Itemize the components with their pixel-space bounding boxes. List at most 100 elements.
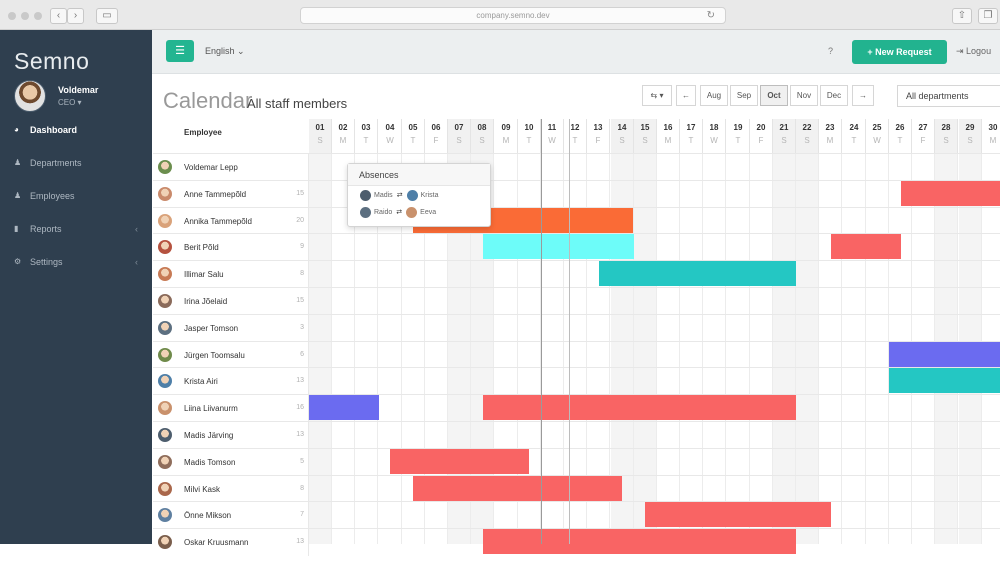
remaining-days-count: 8 xyxy=(300,270,304,277)
employee-name[interactable]: Oskar Kruusmann xyxy=(184,538,248,547)
absence-bar[interactable] xyxy=(483,529,796,554)
employee-cell[interactable]: Milvi Kask 8 xyxy=(153,476,309,503)
view-toggle-button[interactable]: ⇆ ▾ xyxy=(642,85,672,106)
day-header: 23 M xyxy=(819,119,842,153)
day-header: 17 T xyxy=(680,119,703,153)
window-close-button[interactable] xyxy=(8,12,16,20)
absence-swap-row[interactable]: Raido ⇄ Eeva xyxy=(348,206,490,220)
browser-back-button[interactable]: ‹ xyxy=(50,8,67,24)
new-request-button[interactable]: + New Request xyxy=(852,40,947,64)
absence-bar[interactable] xyxy=(889,342,1000,367)
employee-name[interactable]: Illimar Salu xyxy=(184,270,224,279)
employee-name[interactable]: Jasper Tomson xyxy=(184,324,238,333)
employee-name[interactable]: Annika Tammepõld xyxy=(184,217,252,226)
address-bar[interactable]: company.semno.dev ↻ xyxy=(300,7,726,24)
employee-cell[interactable]: Jürgen Toomsalu 6 xyxy=(153,342,309,369)
absence-bar[interactable] xyxy=(483,234,634,259)
sidebar-item-label: Employees xyxy=(30,191,75,201)
remaining-days-count: 5 xyxy=(300,458,304,465)
dashboard-icon: ◕ xyxy=(14,125,19,134)
logout-link[interactable]: ⇥ Logou xyxy=(956,46,991,57)
employee-name[interactable]: Berit Põld xyxy=(184,243,219,252)
sidebar-toggle-icon[interactable]: ▭ xyxy=(96,8,118,24)
user-role-dropdown[interactable]: CEO ▾ xyxy=(58,98,82,107)
absence-swap-row[interactable]: Madis ⇄ Krista xyxy=(348,189,490,203)
employee-cell[interactable]: Madis Tomson 5 xyxy=(153,449,309,476)
page-subtitle: All staff members xyxy=(247,96,348,111)
employee-cell[interactable]: Illimar Salu 8 xyxy=(153,261,309,288)
day-header: 29 S xyxy=(959,119,982,153)
absence-bar[interactable] xyxy=(599,261,796,286)
sidebar-nav: ◕ Dashboard ♟ Departments ♟ Employees ▮ Reports… xyxy=(0,118,152,283)
employee-cell[interactable]: Madis Järving 13 xyxy=(153,422,309,449)
sidebar-item-reports[interactable]: ▮ Reports ‹ xyxy=(0,217,152,250)
employee-cell[interactable]: Voldemar Lepp xyxy=(153,154,309,181)
language-dropdown[interactable]: English ⌄ xyxy=(205,46,245,57)
absence-bar[interactable] xyxy=(413,476,622,501)
employee-cell[interactable]: Anne Tammepõld 15 xyxy=(153,181,309,208)
employee-cell[interactable]: Jasper Tomson 3 xyxy=(153,315,309,342)
employee-name[interactable]: Milvi Kask xyxy=(184,485,220,494)
employee-name[interactable]: Anne Tammepõld xyxy=(184,190,246,199)
department-select[interactable]: All departments xyxy=(897,85,1000,107)
sidebar-item-settings[interactable]: ⚙ Settings ‹ xyxy=(0,250,152,283)
brand-logo[interactable]: Semno xyxy=(14,48,89,75)
employee-cell[interactable]: Annika Tammepõld 20 xyxy=(153,208,309,235)
absence-bar[interactable] xyxy=(901,181,1000,206)
avatar xyxy=(158,482,172,496)
employee-name[interactable]: Madis Tomson xyxy=(184,458,235,467)
sidebar-item-employees[interactable]: ♟ Employees xyxy=(0,184,152,217)
day-header: 07 S xyxy=(448,119,471,153)
employee-name[interactable]: Voldemar Lepp xyxy=(184,163,238,172)
employee-cell[interactable]: Önne Mikson 7 xyxy=(153,502,309,529)
remaining-days-count: 13 xyxy=(296,431,304,438)
employee-name[interactable]: Krista Airi xyxy=(184,377,218,386)
employee-name[interactable]: Irina Jõelaid xyxy=(184,297,227,306)
chevron-left-icon: ‹ xyxy=(135,257,138,267)
window-maximize-button[interactable] xyxy=(34,12,42,20)
day-weekday: W xyxy=(710,136,718,145)
employee-name[interactable]: Liina Liivanurm xyxy=(184,404,238,413)
avatar xyxy=(158,321,172,335)
absence-bar[interactable] xyxy=(889,368,1000,393)
absence-bar[interactable] xyxy=(831,234,901,259)
month-aug-button[interactable]: Aug xyxy=(700,85,728,106)
sidebar-item-dashboard[interactable]: ◕ Dashboard xyxy=(0,118,152,151)
month-dec-button[interactable]: Dec xyxy=(820,85,848,106)
user-avatar[interactable] xyxy=(14,80,46,112)
reload-icon[interactable]: ↻ xyxy=(707,8,715,23)
prev-month-button[interactable]: ← xyxy=(676,85,696,106)
employee-cell[interactable]: Oskar Kruusmann 13 xyxy=(153,529,309,556)
month-sep-button[interactable]: Sep xyxy=(730,85,758,106)
table-row: Voldemar Lepp xyxy=(153,153,1000,181)
month-nov-button[interactable]: Nov xyxy=(790,85,818,106)
tabs-icon[interactable]: ❐ xyxy=(978,8,998,24)
remaining-days-count: 8 xyxy=(300,485,304,492)
absence-bar[interactable] xyxy=(309,395,379,420)
employee-cell[interactable]: Krista Airi 13 xyxy=(153,368,309,395)
employee-cell[interactable]: Irina Jõelaid 15 xyxy=(153,288,309,315)
day-header: 20 F xyxy=(750,119,773,153)
help-icon[interactable]: ? xyxy=(828,46,833,56)
day-weekday: T xyxy=(897,136,903,145)
day-number: 24 xyxy=(849,123,859,132)
browser-forward-button[interactable]: › xyxy=(67,8,84,24)
absence-bar[interactable] xyxy=(645,502,831,527)
employee-name[interactable]: Jürgen Toomsalu xyxy=(184,351,245,360)
month-oct-button[interactable]: Oct xyxy=(760,85,788,106)
menu-toggle-button[interactable]: ☰ xyxy=(166,40,194,62)
share-icon[interactable]: ⇧ xyxy=(952,8,972,24)
window-minimize-button[interactable] xyxy=(21,12,29,20)
day-weekday: T xyxy=(735,136,741,145)
employee-cell[interactable]: Berit Põld 9 xyxy=(153,234,309,261)
day-header: 02 M xyxy=(332,119,355,153)
absence-bar[interactable] xyxy=(390,449,529,474)
remaining-days-count: 16 xyxy=(296,404,304,411)
next-month-button[interactable]: → xyxy=(852,85,874,106)
employee-name[interactable]: Önne Mikson xyxy=(184,511,231,520)
employee-name[interactable]: Madis Järving xyxy=(184,431,233,440)
employee-cell[interactable]: Liina Liivanurm 16 xyxy=(153,395,309,422)
day-weekday: S xyxy=(642,136,648,145)
absence-bar[interactable] xyxy=(483,395,796,420)
sidebar-item-departments[interactable]: ♟ Departments xyxy=(0,151,152,184)
